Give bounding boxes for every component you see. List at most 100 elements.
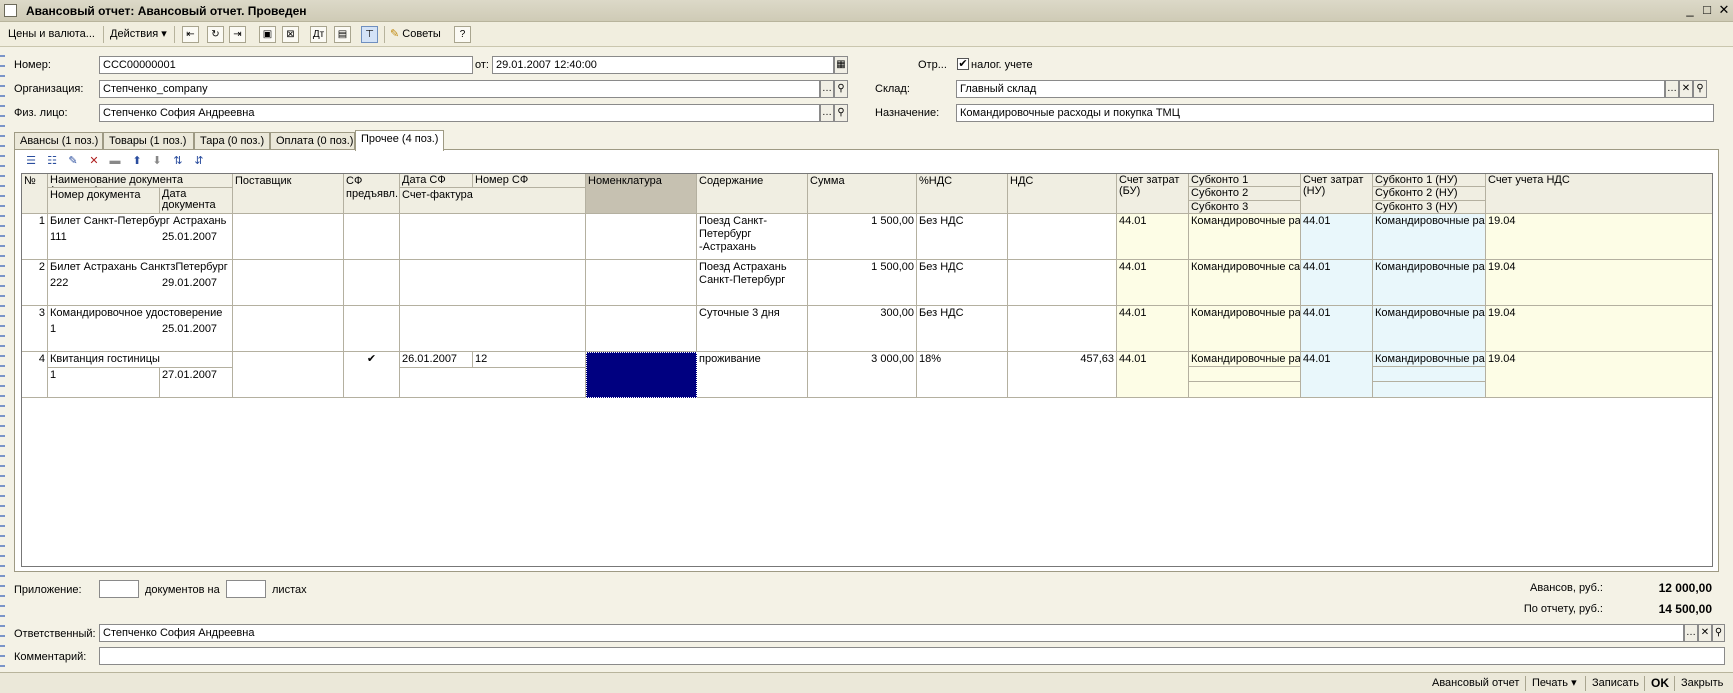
row-number[interactable]: 1 [22,214,48,260]
row-number[interactable]: 2 [22,260,48,306]
row-nomenclature[interactable] [586,260,697,306]
row-subconto-nu[interactable]: Командировочные ра... [1373,214,1486,260]
organization-field[interactable]: Степченко_company [99,80,820,98]
row-vat[interactable]: 457,63 [1008,352,1117,398]
col-header-sf[interactable]: СФ предъявл... [344,174,400,214]
row-docname[interactable]: Билет Санкт-Петербург Астрахань [48,214,233,230]
row-sf-flag[interactable] [344,306,400,352]
help-icon[interactable]: ? [454,26,471,43]
search-icon[interactable]: ⚲ [834,104,848,122]
move-down-icon[interactable]: ⬇ [149,153,165,169]
row-docnum[interactable]: 1 [48,322,160,352]
row-subconto-bu[interactable]: Командировочные ра... [1189,352,1301,367]
actions-menu-button[interactable]: Действия ▾ [110,25,167,44]
col-header-content[interactable]: Содержание [697,174,808,214]
row-vat-account[interactable]: 19.04 [1486,352,1712,398]
col-header-account-nu[interactable]: Счет затрат (НУ) [1301,174,1373,214]
row-sf-date[interactable]: 26.01.2007 [400,352,473,368]
row-subconto3-bu[interactable] [1189,382,1301,398]
person-field[interactable]: Степченко София Андреевна [99,104,820,122]
advance-report-print-button[interactable]: Авансовый отчет [1432,676,1519,691]
row-nomenclature[interactable] [586,214,697,260]
col-header-supplier[interactable]: Поставщик [233,174,344,214]
row-docnum[interactable]: 222 [48,276,160,306]
row-docdate[interactable]: 27.01.2007 [160,368,233,398]
col-header-docnum[interactable]: Номер документа [48,188,160,214]
save-button[interactable]: Записать [1592,676,1639,691]
row-docname[interactable]: Командировочное удостоверение [48,306,233,322]
col-header-sfdate[interactable]: Дата СФ [400,174,473,188]
col-header-vat[interactable]: НДС [1008,174,1117,214]
back-arrow-icon[interactable]: ⇤ [182,26,199,43]
copy-row-icon[interactable]: ☷ [44,153,60,169]
row-content[interactable]: Поезд Астрахань Санкт-Петербург [697,260,808,306]
row-docdate[interactable]: 25.01.2007 [160,230,233,260]
col-header-docname[interactable]: Наименование документа (расхода) [48,174,233,188]
row-account-bu[interactable]: 44.01 [1117,214,1189,260]
row-docdate[interactable]: 29.01.2007 [160,276,233,306]
row-content[interactable]: Суточные 3 дня [697,306,808,352]
row-vat-rate[interactable]: Без НДС [917,306,1008,352]
print-menu-button[interactable]: Печать ▾ [1532,676,1577,691]
row-vat-account[interactable]: 19.04 [1486,214,1712,260]
row-subconto-nu[interactable]: Командировочные ра... [1373,352,1486,367]
row-supplier[interactable] [233,352,344,398]
row-content[interactable]: проживание [697,352,808,398]
attachment-sheets-field[interactable] [226,580,266,598]
col-header-nomenclature[interactable]: Номенклатура [586,174,697,214]
tab-payment[interactable]: Оплата (0 поз.) [270,132,355,150]
window-icon[interactable] [4,4,17,17]
refresh-icon[interactable]: ↻ [207,26,224,43]
row-invoice[interactable] [400,260,586,306]
forward-arrow-icon[interactable]: ⇥ [229,26,246,43]
row-account-nu[interactable]: 44.01 [1301,214,1373,260]
col-header-subconto2[interactable]: Субконто 2 [1189,187,1301,201]
search-icon[interactable]: ⚲ [1693,80,1707,98]
sort-descending-icon[interactable]: ⇵ [191,153,207,169]
row-sf-number[interactable]: 12 [473,352,586,368]
col-header-vat-rate[interactable]: %НДС [917,174,1008,214]
responsible-field[interactable]: Степченко София Андреевна [99,624,1684,642]
row-sum[interactable]: 1 500,00 [808,260,917,306]
col-header-subconto3-nu[interactable]: Субконто 3 (НУ) [1373,201,1486,214]
row-docname[interactable]: Квитанция гостиницы [48,352,233,368]
ok-button[interactable]: OK [1651,676,1669,691]
report-icon[interactable]: ▤ [334,26,351,43]
row-vat-account[interactable]: 19.04 [1486,306,1712,352]
date-field[interactable]: 29.01.2007 12:40:00 [492,56,834,74]
row-nomenclature[interactable] [586,306,697,352]
row-subconto-bu[interactable]: Командировочные санкт... [1189,260,1301,306]
select-dots-icon[interactable]: … [820,104,834,122]
col-header-sum[interactable]: Сумма [808,174,917,214]
col-header-subconto1-nu[interactable]: Субконто 1 (НУ) [1373,174,1486,187]
row-supplier[interactable] [233,306,344,352]
col-header-docdate[interactable]: Дата документа [160,188,233,214]
row-vat[interactable] [1008,260,1117,306]
move-up-icon[interactable]: ⬆ [129,153,145,169]
minimize-icon[interactable]: _ [1681,2,1699,19]
row-number[interactable]: 4 [22,352,48,398]
row-vat-rate[interactable]: 18% [917,352,1008,398]
col-header-invoice[interactable]: Счет-фактура [400,188,586,214]
col-header-vat-account[interactable]: Счет учета НДС [1486,174,1712,214]
row-account-bu[interactable]: 44.01 [1117,306,1189,352]
search-icon[interactable]: ⚲ [834,80,848,98]
row-account-bu[interactable]: 44.01 [1117,352,1189,398]
row-sum[interactable]: 3 000,00 [808,352,917,398]
row-docnum[interactable]: 111 [48,230,160,260]
edit-row-icon[interactable]: ✎ [65,153,81,169]
row-sf-flag[interactable]: ✔ [344,352,400,398]
row-subconto2-bu[interactable] [1189,367,1301,382]
purpose-field[interactable]: Командировочные расходы и покупка ТМЦ [956,104,1714,122]
tax-accounting-checkbox[interactable]: ✔ [957,58,969,70]
row-docname[interactable]: Билет Астрахань СанктзПетербург [48,260,233,276]
delete-row-icon[interactable]: ✕ [86,153,102,169]
row-subconto-nu[interactable]: Командировочные ра... [1373,260,1486,306]
row-account-nu[interactable]: 44.01 [1301,260,1373,306]
row-vat[interactable] [1008,306,1117,352]
row-number[interactable]: 3 [22,306,48,352]
row-account-bu[interactable]: 44.01 [1117,260,1189,306]
tab-goods[interactable]: Товары (1 поз.) [103,132,194,150]
col-header-subconto2-nu[interactable]: Субконто 2 (НУ) [1373,187,1486,201]
unpost-document-icon[interactable]: ⊠ [282,26,299,43]
